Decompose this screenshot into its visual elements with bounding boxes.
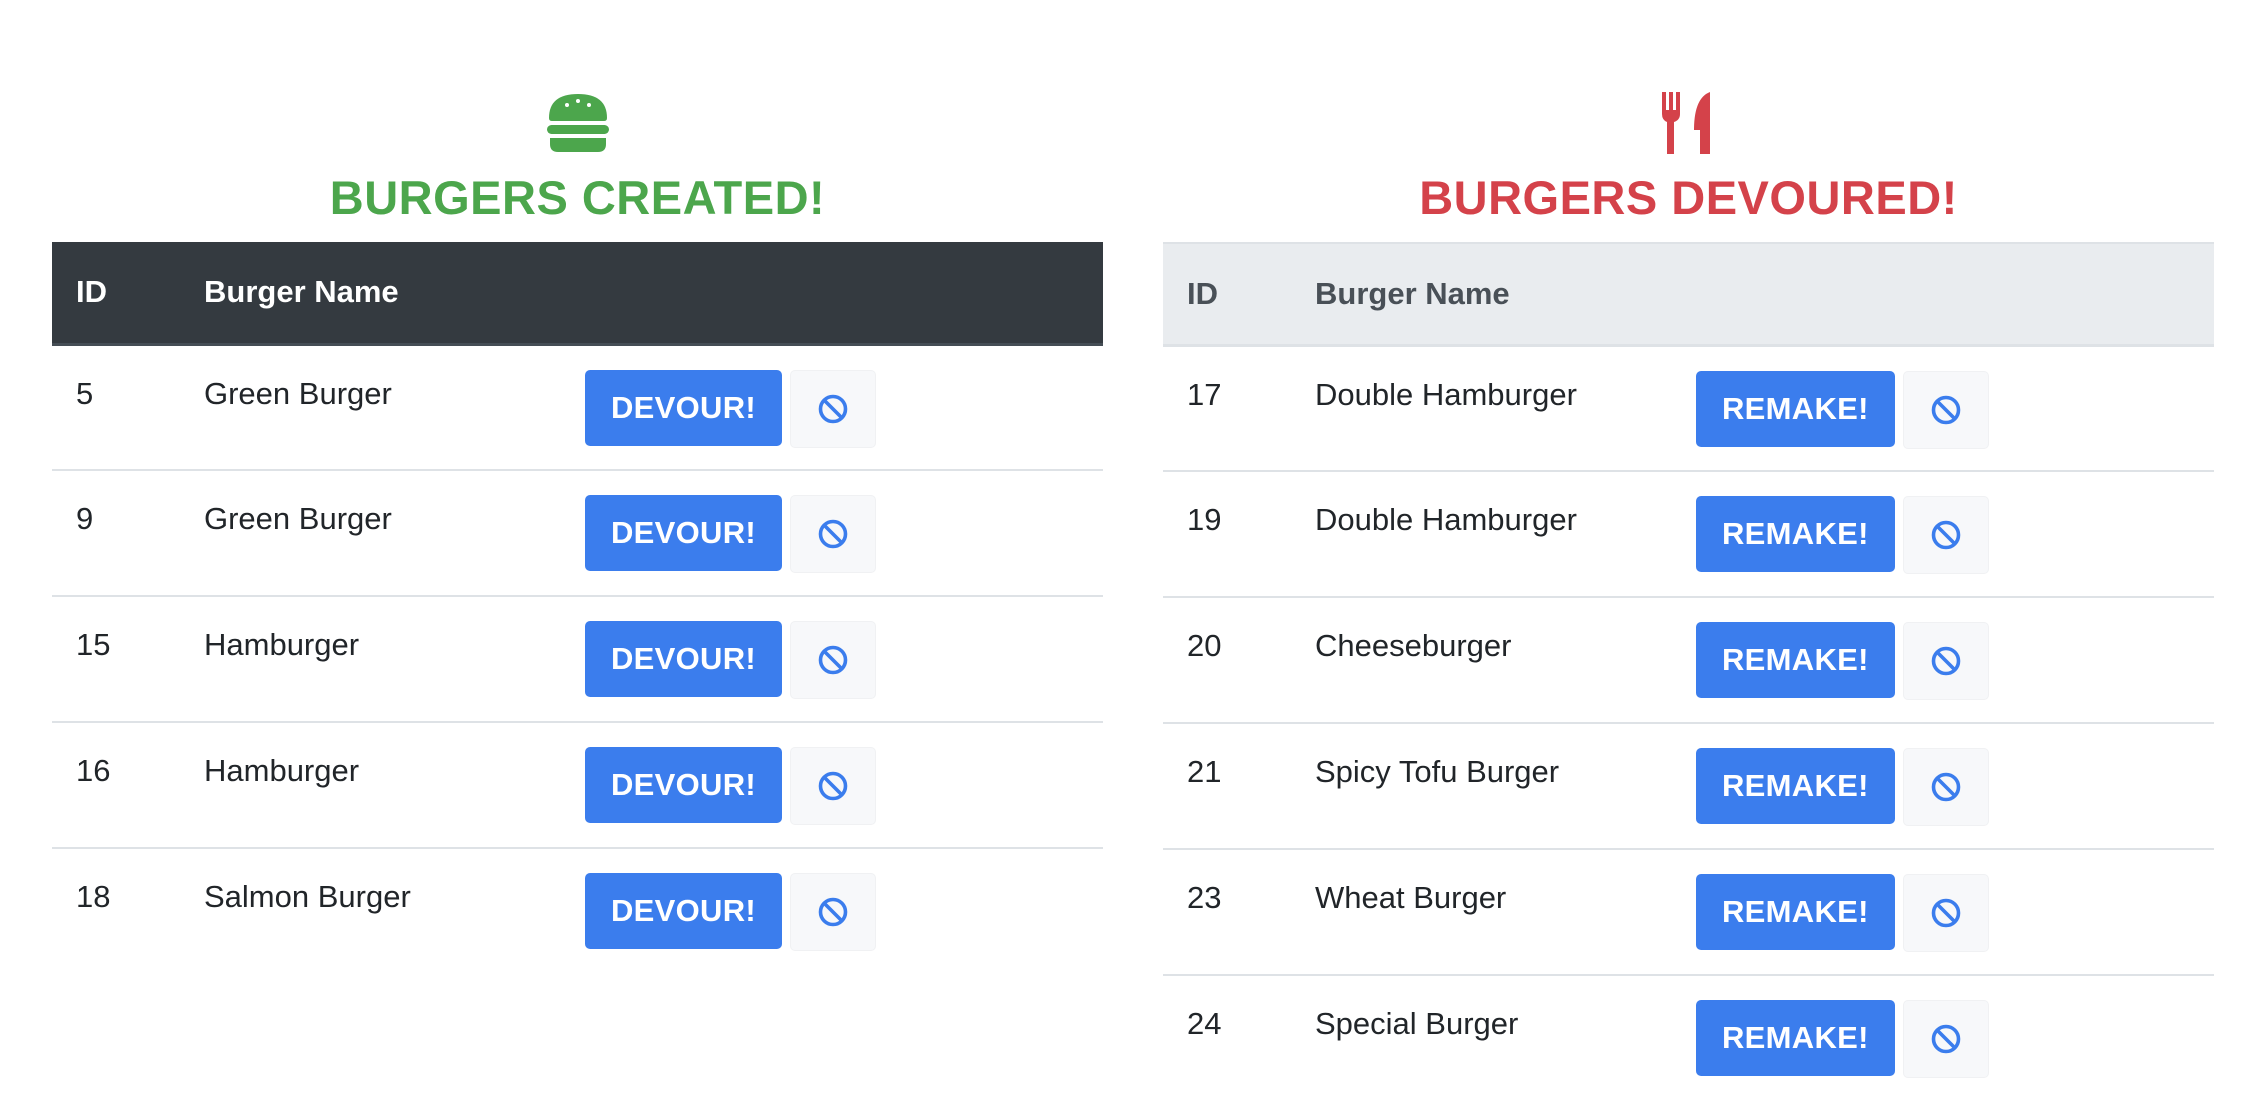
burger-id: 16 xyxy=(76,753,111,788)
table-row: 20 Cheeseburger REMAKE! xyxy=(1163,597,2214,723)
ban-icon xyxy=(1931,646,1961,676)
column-header-actions xyxy=(1696,242,2214,347)
burger-id: 17 xyxy=(1187,376,1222,412)
burger-name: Hamburger xyxy=(204,753,360,788)
table-row: 24 Special Burger REMAKE! xyxy=(1163,975,2214,1101)
row-actions: REMAKE! xyxy=(1696,471,2214,597)
ban-icon xyxy=(818,394,848,423)
row-actions: DEVOUR! xyxy=(585,596,1103,722)
burger-name: Double Hamburger xyxy=(1315,502,1577,537)
delete-button[interactable] xyxy=(1902,496,1989,574)
row-actions: DEVOUR! xyxy=(585,470,1103,596)
burger-name: Spicy Tofu Burger xyxy=(1315,754,1560,789)
devoured-header: BURGERS DEVOURED! xyxy=(1163,0,2214,242)
table-row: 19 Double Hamburger REMAKE! xyxy=(1163,471,2214,597)
delete-button[interactable] xyxy=(790,621,877,699)
remake-button[interactable]: REMAKE! xyxy=(1696,748,1895,824)
row-actions: REMAKE! xyxy=(1696,597,2214,723)
devour-button[interactable]: DEVOUR! xyxy=(585,873,783,949)
burger-id: 5 xyxy=(76,375,94,411)
burger-name: Green Burger xyxy=(204,501,392,536)
row-actions: REMAKE! xyxy=(1696,849,2214,975)
row-actions: DEVOUR! xyxy=(585,722,1103,848)
table-row: 5 Green Burger DEVOUR! xyxy=(52,344,1103,470)
ban-icon xyxy=(818,519,848,549)
devour-button[interactable]: DEVOUR! xyxy=(585,495,783,571)
devoured-table-header: ID Burger Name xyxy=(1163,242,2214,347)
burger-id: 18 xyxy=(76,879,111,914)
hamburger-icon xyxy=(546,94,609,152)
remake-button[interactable]: REMAKE! xyxy=(1696,622,1895,698)
burger-name: Green Burger xyxy=(204,375,392,411)
remake-button[interactable]: REMAKE! xyxy=(1696,874,1895,950)
devoured-table: ID Burger Name 17 Double Hamburger REMAKE!… xyxy=(1163,242,2214,1101)
delete-button[interactable] xyxy=(1902,622,1989,700)
ban-icon xyxy=(1931,772,1961,802)
burger-name: Special Burger xyxy=(1315,1006,1519,1041)
delete-button[interactable] xyxy=(790,495,877,573)
row-actions: REMAKE! xyxy=(1696,723,2214,849)
devour-button[interactable]: DEVOUR! xyxy=(585,621,783,697)
row-actions: DEVOUR! xyxy=(585,848,1103,974)
created-table: ID Burger Name 5 Green Burger DEVOUR! 9 Gree… xyxy=(52,242,1103,974)
column-header-id: ID xyxy=(52,242,180,346)
created-table-header: ID Burger Name xyxy=(52,242,1103,346)
burger-name: Hamburger xyxy=(204,627,360,662)
column-header-actions xyxy=(585,242,1103,346)
burger-id: 23 xyxy=(1187,880,1222,915)
ban-icon xyxy=(818,897,848,927)
remake-button[interactable]: REMAKE! xyxy=(1696,370,1895,447)
burger-name: Salmon Burger xyxy=(204,879,411,914)
created-table-body: 5 Green Burger DEVOUR! 9 Green Burger DEVOUR!… xyxy=(52,344,1103,974)
ban-icon xyxy=(1931,520,1961,550)
row-actions: REMAKE! xyxy=(1696,345,2214,471)
table-row: 18 Salmon Burger DEVOUR! xyxy=(52,848,1103,974)
delete-button[interactable] xyxy=(1902,874,1989,952)
table-row: 21 Spicy Tofu Burger REMAKE! xyxy=(1163,723,2214,849)
burger-id: 20 xyxy=(1187,628,1222,663)
devoured-table-body: 17 Double Hamburger REMAKE! 19 Double Hambur… xyxy=(1163,345,2214,1101)
burger-id: 19 xyxy=(1187,502,1222,537)
table-row: 17 Double Hamburger REMAKE! xyxy=(1163,345,2214,471)
burger-id: 24 xyxy=(1187,1006,1222,1041)
row-actions: REMAKE! xyxy=(1696,975,2214,1101)
delete-button[interactable] xyxy=(1902,1000,1989,1078)
devour-button[interactable]: DEVOUR! xyxy=(585,747,783,823)
utensils-icon xyxy=(1661,92,1710,154)
remake-button[interactable]: REMAKE! xyxy=(1696,496,1895,572)
burger-name: Cheeseburger xyxy=(1315,628,1512,663)
column-header-id: ID xyxy=(1163,242,1291,347)
column-header-name: Burger Name xyxy=(1291,242,1696,347)
delete-button[interactable] xyxy=(1902,748,1989,826)
table-row: 16 Hamburger DEVOUR! xyxy=(52,722,1103,848)
devoured-title: BURGERS DEVOURED! xyxy=(1419,171,1958,224)
ban-icon xyxy=(1931,1024,1961,1054)
burgers-devoured-panel: BURGERS DEVOURED! ID Burger Name 17 Doubl… xyxy=(1163,0,2214,1101)
ban-icon xyxy=(1931,395,1961,424)
ban-icon xyxy=(1931,898,1961,928)
ban-icon xyxy=(818,771,848,801)
table-row: 23 Wheat Burger REMAKE! xyxy=(1163,849,2214,975)
table-row: 9 Green Burger DEVOUR! xyxy=(52,470,1103,596)
burger-id: 15 xyxy=(76,627,111,662)
burger-id: 21 xyxy=(1187,754,1222,789)
burger-id: 9 xyxy=(76,501,94,536)
burger-app: BURGERS CREATED! ID Burger Name 5 Green B… xyxy=(0,0,2264,1108)
delete-button[interactable] xyxy=(790,369,877,448)
burgers-created-panel: BURGERS CREATED! ID Burger Name 5 Green B… xyxy=(52,0,1103,974)
devour-button[interactable]: DEVOUR! xyxy=(585,369,783,446)
created-title: BURGERS CREATED! xyxy=(329,171,826,224)
delete-button[interactable] xyxy=(790,873,877,951)
row-actions: DEVOUR! xyxy=(585,344,1103,470)
burger-name: Double Hamburger xyxy=(1315,376,1577,412)
created-header: BURGERS CREATED! xyxy=(52,0,1103,242)
burger-name: Wheat Burger xyxy=(1315,880,1507,915)
delete-button[interactable] xyxy=(1902,370,1989,449)
column-header-name: Burger Name xyxy=(180,242,585,346)
remake-button[interactable]: REMAKE! xyxy=(1696,1000,1895,1076)
delete-button[interactable] xyxy=(790,747,877,825)
ban-icon xyxy=(818,645,848,675)
table-row: 15 Hamburger DEVOUR! xyxy=(52,596,1103,722)
